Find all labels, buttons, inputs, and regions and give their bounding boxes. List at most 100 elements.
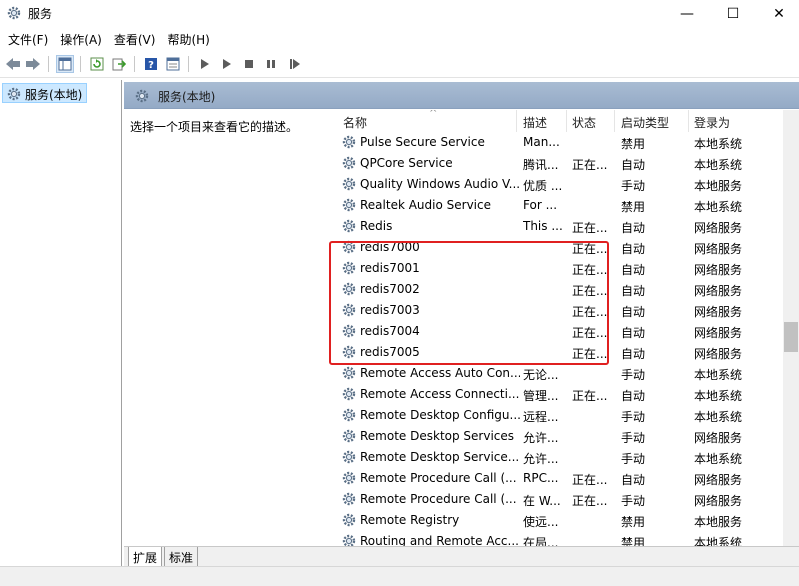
service-startup-type: 自动: [621, 242, 646, 256]
table-row[interactable]: redis7003 正在... 自动 网络服务: [336, 300, 783, 321]
service-status: 正在...: [572, 221, 608, 235]
gear-icon: [341, 302, 357, 321]
service-name: redis7002: [360, 282, 420, 296]
table-row[interactable]: redis7004 正在... 自动 网络服务: [336, 321, 783, 342]
service-log-on-as: 本地系统: [694, 158, 743, 172]
help-icon[interactable]: ?: [142, 55, 160, 73]
table-row[interactable]: QPCore Service 腾讯... 正在... 自动 本地系统: [336, 153, 783, 174]
table-row[interactable]: Realtek Audio Service For ... 禁用 本地系统: [336, 195, 783, 216]
table-row[interactable]: Remote Access Connecti... 管理... 正在... 自动 本地系…: [336, 384, 783, 405]
pause-service-icon[interactable]: [262, 55, 280, 73]
gear-icon: [134, 88, 150, 107]
table-row[interactable]: redis7005 正在... 自动 网络服务: [336, 342, 783, 363]
scrollbar-thumb[interactable]: [784, 322, 798, 352]
service-startup-type: 手动: [621, 410, 646, 424]
table-row[interactable]: Remote Registry 使远... 禁用 本地服务: [336, 510, 783, 531]
table-row[interactable]: Quality Windows Audio V... 优质 ... 手动 本地服务: [336, 174, 783, 195]
service-name: Redis: [360, 219, 393, 233]
service-name: Remote Procedure Call (...: [360, 471, 517, 485]
service-description: RPC...: [523, 471, 559, 485]
refresh-icon[interactable]: [88, 55, 106, 73]
service-name: Realtek Audio Service: [360, 198, 491, 212]
column-divider[interactable]: [566, 110, 567, 132]
service-name: redis7004: [360, 324, 420, 338]
column-header-status[interactable]: 状态: [572, 114, 596, 131]
table-row[interactable]: Remote Desktop Configu... 远程... 手动 本地系统: [336, 405, 783, 426]
table-row[interactable]: redis7001 正在... 自动 网络服务: [336, 258, 783, 279]
service-startup-type: 自动: [621, 389, 646, 403]
menu-view[interactable]: 查看(V): [108, 28, 162, 50]
service-startup-type: 自动: [621, 326, 646, 340]
toolbar-separator: [188, 56, 189, 72]
service-status: 正在...: [572, 263, 608, 277]
column-header-startup-type[interactable]: 启动类型: [621, 114, 669, 131]
table-row[interactable]: Redis This ... 正在... 自动 网络服务: [336, 216, 783, 237]
service-description: For ...: [523, 198, 558, 212]
column-divider[interactable]: [688, 110, 689, 132]
gear-icon: [341, 281, 357, 300]
table-header: ^ 名称 描述 状态 启动类型 登录为: [336, 110, 783, 132]
service-status: 正在...: [572, 494, 608, 508]
gear-icon: [6, 86, 22, 105]
table-row[interactable]: Routing and Remote Acc... 在局... 禁用 本地系统: [336, 531, 783, 546]
menu-file[interactable]: 文件(F): [2, 28, 54, 50]
service-log-on-as: 本地系统: [694, 200, 743, 214]
service-description: 在 W...: [523, 494, 561, 508]
service-name: Remote Desktop Configu...: [360, 408, 520, 422]
service-name: Remote Registry: [360, 513, 460, 527]
column-divider[interactable]: [614, 110, 615, 132]
service-name: Routing and Remote Acc...: [360, 534, 519, 546]
gear-icon: [341, 386, 357, 405]
service-description: 腾讯...: [523, 158, 559, 172]
table-row[interactable]: Remote Procedure Call (... 在 W... 正在... 手动 网…: [336, 489, 783, 510]
back-arrow-icon[interactable]: [4, 55, 22, 73]
menu-action[interactable]: 操作(A): [54, 28, 108, 50]
stop-service-icon[interactable]: [240, 55, 258, 73]
service-log-on-as: 网络服务: [694, 431, 743, 445]
tab-standard[interactable]: 标准: [164, 547, 199, 567]
service-log-on-as: 网络服务: [694, 494, 743, 508]
service-startup-type: 自动: [621, 263, 646, 277]
table-row[interactable]: Remote Procedure Call (... RPC... 正在... 自动 网…: [336, 468, 783, 489]
tree-item-services-local[interactable]: 服务(本地): [2, 83, 88, 105]
table-row[interactable]: Remote Desktop Service... 允许... 手动 本地系统: [336, 447, 783, 468]
view-tabs: 扩展 标准: [124, 546, 799, 567]
column-header-description[interactable]: 描述: [523, 114, 547, 131]
table-row[interactable]: Pulse Secure Service Man... 禁用 本地系统: [336, 132, 783, 153]
table-row[interactable]: Remote Desktop Services 允许... 手动 网络服务: [336, 426, 783, 447]
menu-help[interactable]: 帮助(H): [161, 28, 215, 50]
window-title: 服务: [28, 7, 53, 21]
service-description: 允许...: [523, 431, 559, 445]
table-row[interactable]: Remote Access Auto Con... 无论... 手动 本地系统: [336, 363, 783, 384]
forward-arrow-icon[interactable]: [24, 55, 42, 73]
service-log-on-as: 网络服务: [694, 305, 743, 319]
column-divider[interactable]: [516, 110, 517, 132]
tab-extended[interactable]: 扩展: [128, 547, 163, 567]
minimize-button[interactable]: —: [664, 0, 710, 28]
start-service-icon[interactable]: [196, 55, 214, 73]
show-hide-tree-icon[interactable]: [56, 55, 74, 73]
service-description: 使远...: [523, 515, 559, 529]
service-description: 在局...: [523, 536, 559, 546]
table-row[interactable]: redis7000 正在... 自动 网络服务: [336, 237, 783, 258]
properties-icon[interactable]: [164, 55, 182, 73]
gear-icon: [341, 176, 357, 195]
column-header-name[interactable]: 名称: [343, 114, 367, 131]
resume-service-icon[interactable]: [286, 55, 304, 73]
export-list-icon[interactable]: [110, 55, 128, 73]
column-header-log-on-as[interactable]: 登录为: [694, 114, 730, 131]
toolbar: ?: [0, 50, 799, 78]
service-description: Man...: [523, 135, 560, 149]
service-startup-type: 手动: [621, 368, 646, 382]
vertical-scrollbar[interactable]: [783, 110, 799, 546]
start-service-alt-icon[interactable]: [218, 55, 236, 73]
service-status: 正在...: [572, 158, 608, 172]
service-description: 远程...: [523, 410, 559, 424]
table-row[interactable]: redis7002 正在... 自动 网络服务: [336, 279, 783, 300]
close-button[interactable]: ✕: [756, 0, 799, 28]
maximize-button[interactable]: ☐: [710, 0, 756, 28]
service-log-on-as: 网络服务: [694, 221, 743, 235]
description-text: 选择一个项目来查看它的描述。: [130, 120, 299, 134]
service-status: 正在...: [572, 473, 608, 487]
svg-text:?: ?: [148, 60, 154, 71]
